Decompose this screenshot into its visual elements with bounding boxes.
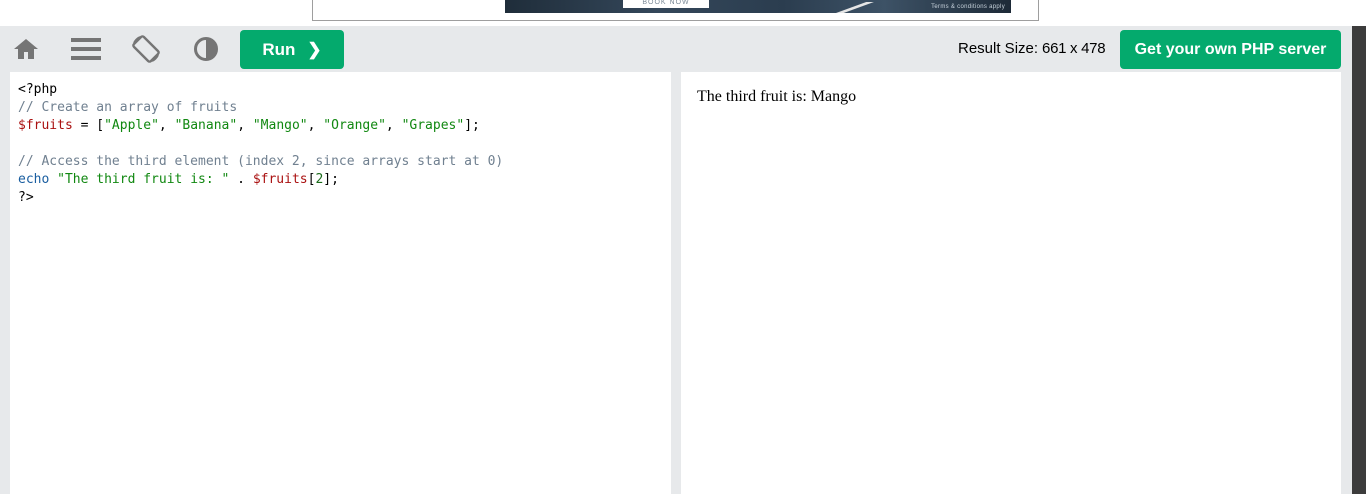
code-string-banana: "Banana": [174, 118, 238, 133]
ad-book-button[interactable]: BOOK NOW: [623, 0, 709, 8]
result-panel: The third fruit is: Mango: [681, 72, 1341, 494]
result-size-label: Result Size:: [958, 40, 1039, 57]
code-var-fruits-ref: $fruits: [252, 172, 308, 187]
contrast-icon[interactable]: [191, 34, 221, 64]
ad-stripe-graphic: [835, 2, 881, 13]
code-concat: .: [229, 172, 253, 187]
code-string-apple: "Apple": [104, 118, 159, 133]
menu-icon[interactable]: [71, 34, 101, 64]
scrollbar[interactable]: [1352, 26, 1366, 494]
ad-terms-text: Terms & conditions apply: [931, 4, 1005, 10]
code-statement-end: ];: [323, 172, 339, 187]
code-array-end: ];: [464, 118, 480, 133]
toolbar: Run ❯ Result Size: 661 x 478 Get your own…: [0, 26, 1352, 72]
code-text[interactable]: <?php // Create an array of fruits $frui…: [18, 81, 503, 207]
home-icon[interactable]: [11, 34, 41, 64]
code-string-mango: "Mango": [252, 118, 308, 133]
run-label: Run: [262, 39, 296, 59]
code-var-fruits: $fruits: [18, 118, 73, 133]
rotate-icon[interactable]: [131, 34, 161, 64]
editor-panels: <?php // Create an array of fruits $frui…: [0, 72, 1352, 494]
run-button[interactable]: Run ❯: [240, 30, 344, 69]
code-editor[interactable]: <?php // Create an array of fruits $frui…: [10, 72, 671, 494]
code-line-7: ?>: [18, 190, 34, 205]
code-line-5: // Access the third element (index 2, si…: [18, 154, 504, 169]
code-assign: = [: [72, 118, 105, 133]
result-size: Result Size: 661 x 478: [958, 40, 1106, 57]
ad-banner[interactable]: BOOK NOW Terms & conditions apply: [505, 0, 1011, 13]
code-line-2: // Create an array of fruits: [18, 100, 238, 115]
result-output: The third fruit is: Mango: [697, 88, 857, 105]
result-size-value: 661 x 478: [1042, 40, 1106, 57]
get-php-server-button[interactable]: Get your own PHP server: [1120, 30, 1341, 69]
chevron-right-icon: ❯: [307, 39, 322, 59]
code-string-grapes: "Grapes": [401, 118, 465, 133]
code-echo-keyword: echo: [18, 172, 50, 187]
code-string-orange: "Orange": [323, 118, 386, 133]
code-echo-string: "The third fruit is: ": [57, 172, 230, 187]
ad-frame[interactable]: BOOK NOW Terms & conditions apply: [312, 0, 1039, 21]
code-line-1: <?php: [18, 82, 58, 97]
ad-strip: BOOK NOW Terms & conditions apply: [0, 0, 1366, 26]
